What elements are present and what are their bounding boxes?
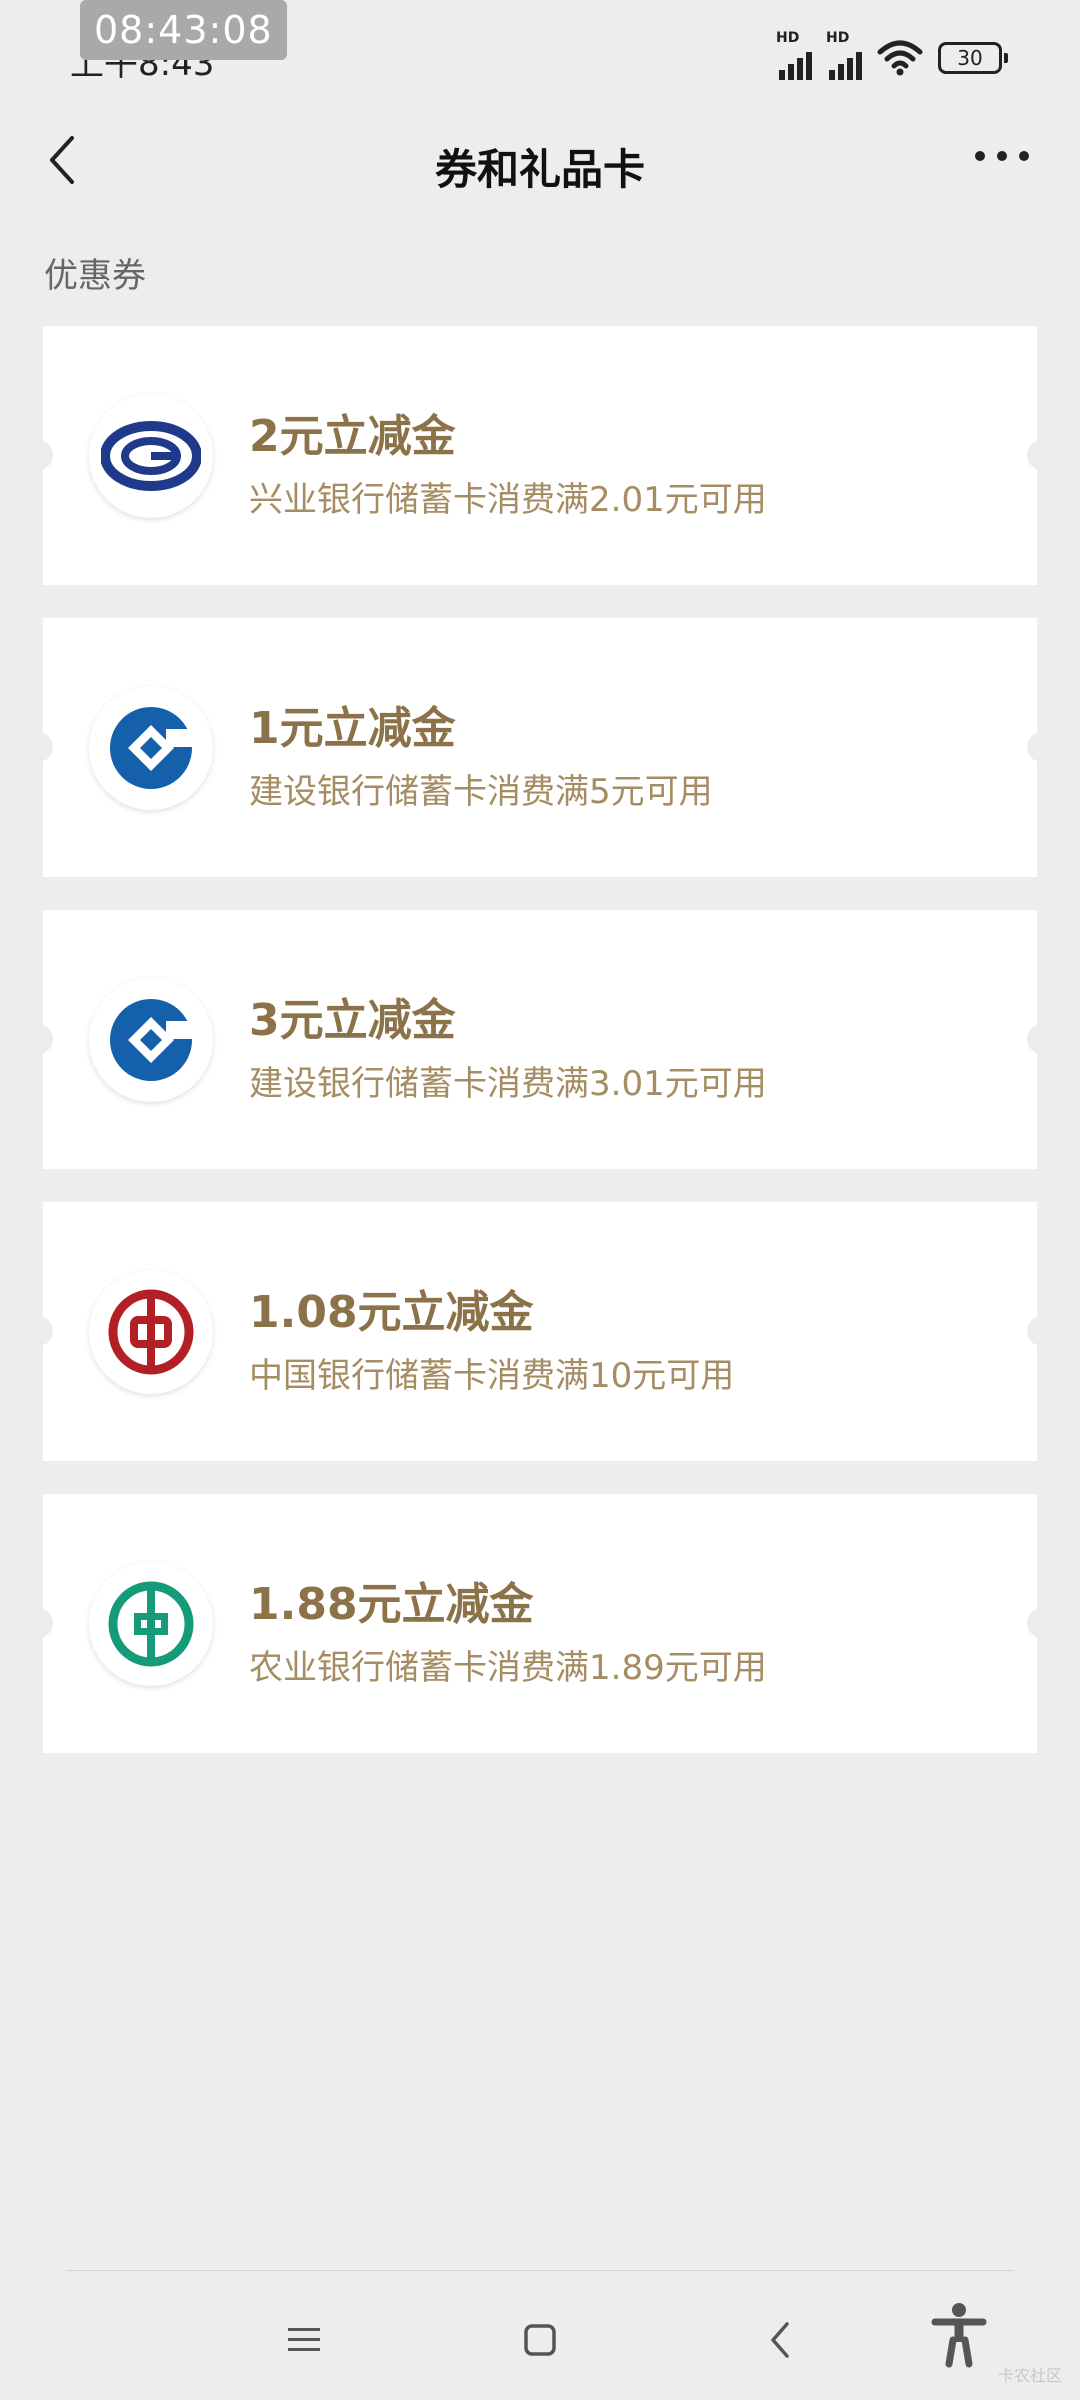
coupon-description: 农业银行储蓄卡消费满1.89元可用 (249, 1648, 767, 1688)
status-icons: HD HD 30 (776, 30, 1008, 80)
accessibility-icon[interactable] (924, 2300, 994, 2370)
coupon-description: 建设银行储蓄卡消费满3.01元可用 (249, 1064, 767, 1104)
signal-icon: HD (776, 30, 812, 80)
ticket-notch (23, 1608, 53, 1638)
nav-bar: 券和礼品卡 (0, 108, 1080, 208)
coupon-card[interactable]: 3元立减金 建设银行储蓄卡消费满3.01元可用 (23, 910, 1057, 1169)
coupon-card[interactable]: 2元立减金 兴业银行储蓄卡消费满2.01元可用 (23, 326, 1057, 585)
ticket-notch (23, 440, 53, 470)
hd-badge: HD (826, 30, 850, 46)
signal-icon: HD (826, 30, 862, 80)
bottom-divider (66, 2270, 1014, 2271)
page-title: 券和礼品卡 (434, 145, 645, 194)
ticket-notch (23, 1316, 53, 1346)
status-bar: 上午8:43 08:43:08 HD HD 30 (0, 0, 1080, 100)
back-icon[interactable] (750, 2310, 810, 2370)
hd-badge: HD (776, 30, 800, 46)
coupon-title: 3元立减金 (249, 995, 456, 1046)
battery-icon: 30 (938, 42, 1008, 74)
ticket-notch (23, 732, 53, 762)
screenshot-time-overlay: 08:43:08 (80, 0, 287, 60)
coupon-description: 建设银行储蓄卡消费满5元可用 (249, 772, 713, 812)
coupon-description: 中国银行储蓄卡消费满10元可用 (249, 1356, 735, 1396)
coupon-title: 1.08元立减金 (249, 1287, 534, 1338)
abc-bank-logo-icon (89, 1562, 213, 1686)
coupon-title: 1.88元立减金 (249, 1579, 534, 1630)
watermark: 卡农社区 (997, 2366, 1062, 2385)
ticket-notch (23, 1024, 53, 1054)
wifi-icon (877, 40, 923, 76)
cib-bank-logo-icon (89, 394, 213, 518)
ccb-bank-logo-icon (89, 978, 213, 1102)
ccb-bank-logo-icon (89, 686, 213, 810)
ticket-notch (1027, 440, 1057, 470)
system-nav-bar (0, 2290, 1080, 2400)
section-label-coupons: 优惠券 (44, 256, 146, 296)
coupon-card[interactable]: 1元立减金 建设银行储蓄卡消费满5元可用 (23, 618, 1057, 877)
more-options-icon[interactable] (972, 146, 1032, 166)
coupon-title: 2元立减金 (249, 411, 456, 462)
ticket-notch (1027, 1608, 1057, 1638)
coupon-card[interactable]: 1.88元立减金 农业银行储蓄卡消费满1.89元可用 (23, 1494, 1057, 1753)
menu-icon[interactable] (274, 2310, 334, 2370)
ticket-notch (1027, 1024, 1057, 1054)
coupon-list: 2元立减金 兴业银行储蓄卡消费满2.01元可用 1元立减金 建设银行储蓄卡消费满… (23, 326, 1057, 1786)
coupon-card[interactable]: 1.08元立减金 中国银行储蓄卡消费满10元可用 (23, 1202, 1057, 1461)
coupon-title: 1元立减金 (249, 703, 456, 754)
ticket-notch (1027, 1316, 1057, 1346)
coupon-description: 兴业银行储蓄卡消费满2.01元可用 (249, 480, 767, 520)
boc-bank-logo-icon (89, 1270, 213, 1394)
ticket-notch (1027, 732, 1057, 762)
home-icon[interactable] (510, 2310, 570, 2370)
